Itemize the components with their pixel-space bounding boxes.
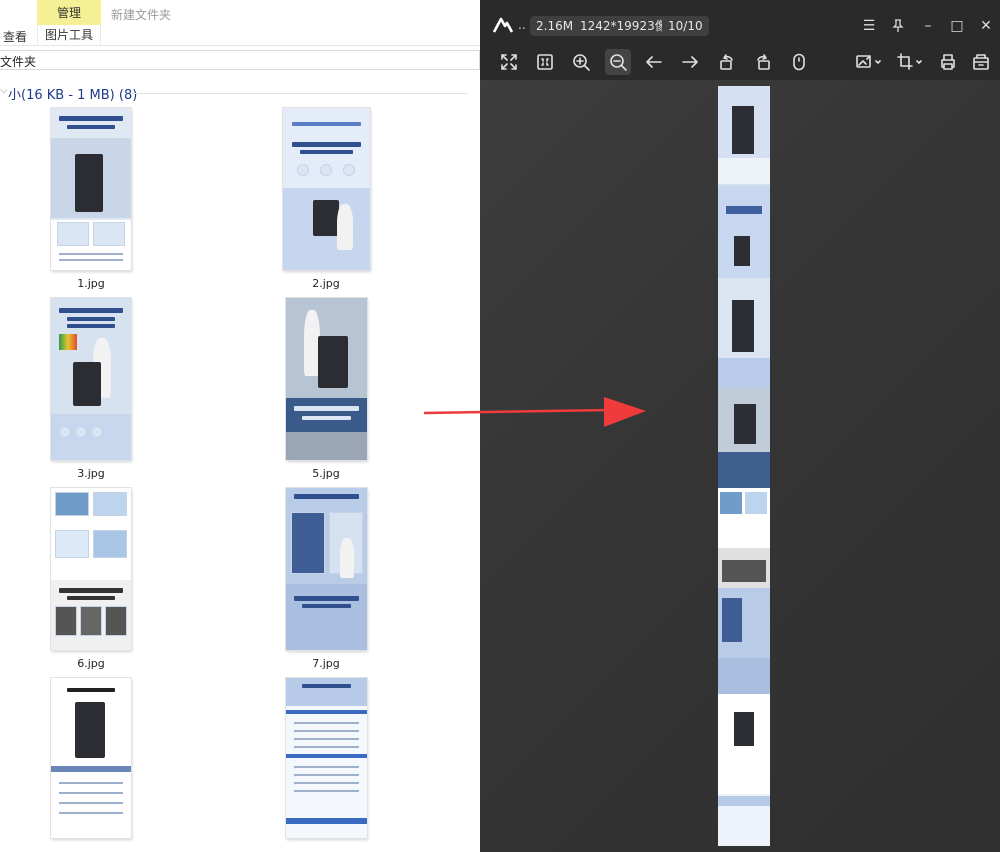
- file-thumbnail[interactable]: [51, 298, 131, 460]
- file-explorer-window: 管理 新建文件夹 查看 图片工具 文件夹 ⌵ 小(16 KB - 1 MB) (…: [0, 0, 480, 852]
- file-thumbnail[interactable]: [51, 488, 131, 650]
- file-thumbnail[interactable]: [286, 298, 367, 460]
- file-name[interactable]: 1.jpg: [41, 277, 141, 290]
- actual-size-icon[interactable]: [532, 49, 558, 75]
- next-icon[interactable]: [677, 49, 703, 75]
- file-name[interactable]: 6.jpg: [41, 657, 141, 670]
- address-bar[interactable]: [0, 50, 480, 70]
- file-thumbnail[interactable]: [286, 678, 367, 838]
- zoom-out-icon[interactable]: [605, 49, 631, 75]
- zoom-in-icon[interactable]: [568, 49, 594, 75]
- previous-icon[interactable]: [641, 49, 667, 75]
- mouse-icon[interactable]: [786, 49, 812, 75]
- crop-icon[interactable]: [893, 49, 927, 75]
- image-preview[interactable]: [718, 86, 770, 846]
- group-header-label[interactable]: 小(16 KB - 1 MB) (8): [8, 84, 137, 103]
- ribbon-tab-manage[interactable]: 管理: [37, 0, 101, 25]
- file-size-badge: 2.16M: [530, 16, 580, 36]
- chevron-down-icon[interactable]: ⌵: [0, 85, 8, 96]
- file-name[interactable]: 7.jpg: [276, 657, 376, 670]
- fit-window-icon[interactable]: [496, 49, 522, 75]
- address-path[interactable]: 文件夹: [0, 53, 36, 70]
- file-name[interactable]: 5.jpg: [276, 467, 376, 480]
- close-icon[interactable]: ✕: [976, 15, 996, 37]
- more-icon[interactable]: [968, 49, 994, 75]
- menu-icon[interactable]: ☰: [859, 15, 879, 37]
- image-edit-icon[interactable]: [852, 49, 886, 75]
- file-thumbnail[interactable]: [51, 108, 131, 270]
- app-logo-icon: [492, 17, 514, 33]
- rotate-left-icon[interactable]: [714, 49, 740, 75]
- file-thumbnail[interactable]: [283, 108, 370, 270]
- group-divider: [132, 93, 468, 94]
- ribbon-tab-view[interactable]: 查看: [3, 28, 27, 45]
- file-name[interactable]: 2.jpg: [276, 277, 376, 290]
- rotate-right-icon[interactable]: [750, 49, 776, 75]
- file-thumbnail[interactable]: [51, 678, 131, 838]
- maximize-icon[interactable]: □: [947, 15, 967, 37]
- image-counter-badge: 10/10: [662, 16, 709, 36]
- file-name[interactable]: 3.jpg: [41, 467, 141, 480]
- ribbon-tab-picture-tools[interactable]: 图片工具: [37, 25, 101, 45]
- file-thumbnail[interactable]: [286, 488, 367, 650]
- pin-icon[interactable]: [888, 15, 908, 37]
- minimize-icon[interactable]: –: [918, 15, 938, 37]
- arrow-annotation: [424, 397, 646, 427]
- print-icon[interactable]: [935, 49, 961, 75]
- title-ellipsis: ..: [518, 18, 526, 32]
- ribbon-divider: [0, 45, 480, 46]
- ribbon-context-title: 新建文件夹: [111, 8, 172, 22]
